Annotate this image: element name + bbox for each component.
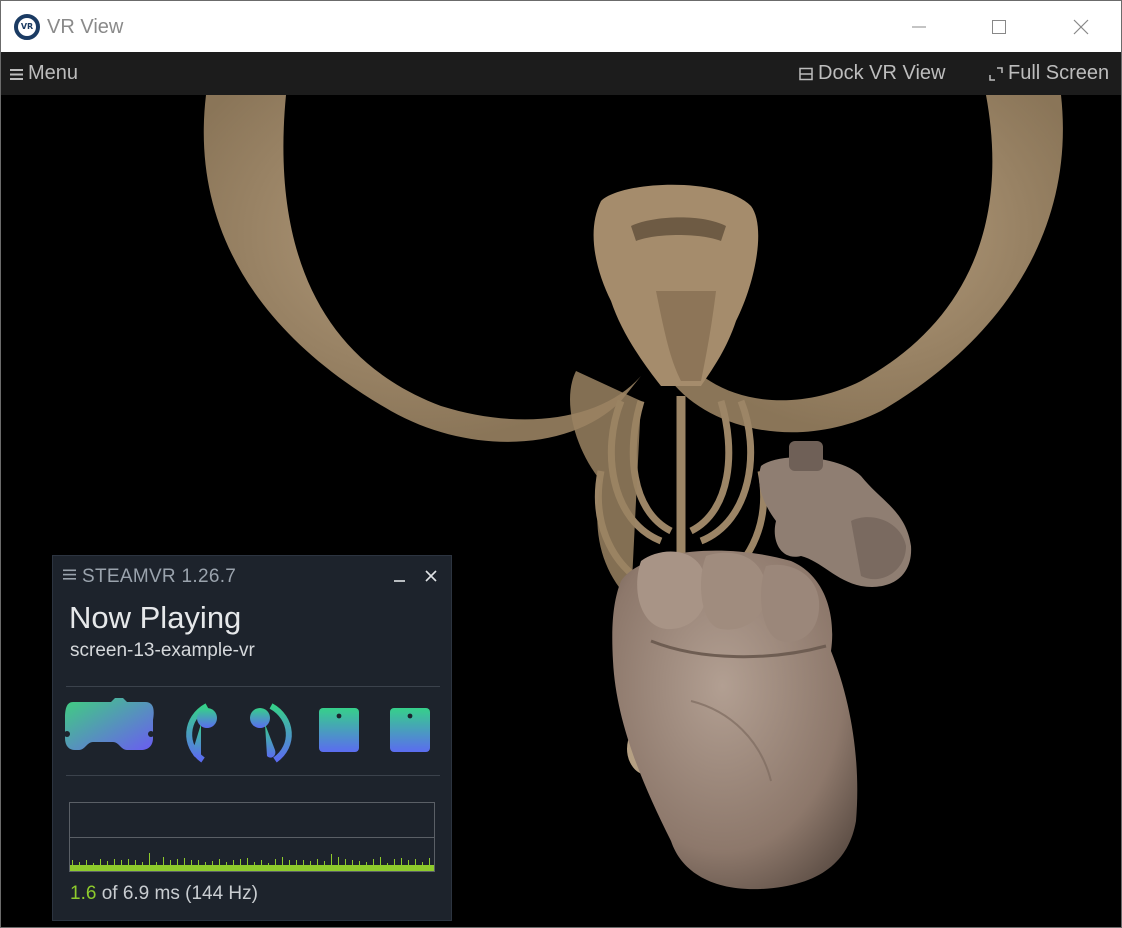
- frame-time-spike: [107, 861, 108, 865]
- frame-time-spike: [142, 862, 143, 865]
- frame-time-spike: [317, 859, 318, 865]
- vr-view-window: VR VR View Menu Dock VR View Full Screen…: [0, 0, 1122, 928]
- frame-timing-graph[interactable]: [69, 802, 435, 872]
- hamburger-icon: [10, 68, 23, 80]
- controller-left-icon[interactable]: [186, 703, 217, 763]
- frame-time-spike: [310, 861, 311, 865]
- frame-time-spike: [275, 859, 276, 865]
- close-icon: [1073, 19, 1089, 34]
- frame-time-spike: [128, 859, 129, 865]
- frame-time-spike: [373, 859, 374, 865]
- hamburger-icon[interactable]: [63, 568, 76, 581]
- mammoth-skull: [593, 184, 759, 386]
- frame-time-spike: [282, 857, 283, 865]
- frame-time-spike: [254, 862, 255, 865]
- frame-time-spike: [163, 857, 164, 865]
- maximize-button[interactable]: [959, 1, 1039, 52]
- frame-timing-readout: 1.6 of 6.9 ms (144 Hz): [70, 883, 258, 905]
- frame-time-spike: [261, 860, 262, 865]
- frame-time-spike: [429, 858, 430, 865]
- close-button[interactable]: [1041, 1, 1121, 52]
- frame-time-spike: [296, 860, 297, 865]
- frame-time-spike: [331, 854, 332, 865]
- frame-time-spike: [380, 857, 381, 865]
- frame-time-spike: [324, 861, 325, 865]
- steamvr-minimize-button[interactable]: [390, 566, 410, 586]
- frame-time-spike: [303, 860, 304, 865]
- steamvr-status-panel: STEAMVR 1.26.7 Now Playing screen-13-exa…: [52, 555, 452, 921]
- divider: [66, 775, 440, 776]
- minimize-button[interactable]: [879, 1, 959, 52]
- dock-icon: [799, 67, 813, 80]
- frame-time-spike: [170, 860, 171, 865]
- now-playing-heading: Now Playing: [69, 600, 242, 635]
- dock-vr-view-button[interactable]: Dock VR View: [799, 62, 945, 85]
- frame-time-spike: [219, 859, 220, 865]
- frame-time-spike: [212, 861, 213, 865]
- headset-icon[interactable]: [64, 698, 154, 750]
- expand-icon: [989, 66, 1003, 81]
- divider: [66, 686, 440, 687]
- full-screen-button[interactable]: Full Screen: [989, 62, 1109, 85]
- tracker-2-icon[interactable]: [390, 708, 430, 752]
- frame-time-value: 1.6: [70, 883, 97, 904]
- controller-right-icon[interactable]: [250, 703, 292, 763]
- frame-timing-bars: [70, 853, 434, 871]
- minimize-icon: [912, 26, 926, 27]
- frame-time-spike: [240, 859, 241, 865]
- frame-time-spike: [205, 862, 206, 865]
- title-bar[interactable]: VR VR View: [1, 1, 1121, 52]
- frame-time-spike: [191, 860, 192, 865]
- frame-time-spike: [100, 859, 101, 865]
- frame-time-spike: [198, 860, 199, 865]
- frame-time-spike: [177, 859, 178, 865]
- frame-time-spike: [359, 861, 360, 865]
- close-icon: [425, 570, 437, 582]
- frame-time-spike: [387, 863, 388, 865]
- frame-time-spike: [93, 863, 94, 865]
- frame-time-spike: [247, 858, 248, 865]
- frame-time-spike: [352, 860, 353, 865]
- device-icons: [64, 698, 430, 763]
- frame-time-spike: [121, 860, 122, 865]
- frame-time-spike: [79, 862, 80, 865]
- frame-time-spike: [401, 858, 402, 865]
- menu-button[interactable]: Menu: [10, 62, 78, 85]
- device-status-row: [53, 694, 451, 766]
- frame-time-budget: of 6.9 ms (144 Hz): [101, 883, 258, 904]
- fullscreen-label: Full Screen: [1008, 62, 1110, 84]
- frame-time-spike: [408, 860, 409, 865]
- frame-time-baseline: [70, 865, 434, 871]
- frame-time-spike: [345, 859, 346, 865]
- frame-time-spike: [366, 862, 367, 865]
- frame-time-spike: [289, 860, 290, 865]
- frame-time-spike: [114, 859, 115, 865]
- frame-time-spike: [415, 859, 416, 865]
- frame-time-spike: [394, 859, 395, 865]
- frame-time-spike: [268, 863, 269, 865]
- current-app-name: screen-13-example-vr: [70, 640, 255, 661]
- menu-label: Menu: [28, 62, 79, 84]
- frame-time-spike: [226, 862, 227, 865]
- menu-bar: Menu Dock VR View Full Screen: [1, 52, 1121, 95]
- frame-time-spike: [72, 860, 73, 865]
- frame-time-spike: [135, 860, 136, 865]
- frame-time-spike: [338, 857, 339, 865]
- frame-time-spike: [233, 860, 234, 865]
- tracker-1-icon[interactable]: [319, 708, 359, 752]
- dock-label: Dock VR View: [818, 62, 946, 84]
- steamvr-panel-header[interactable]: STEAMVR 1.26.7: [53, 556, 451, 596]
- steamvr-close-button[interactable]: [421, 566, 441, 586]
- steamvr-version-title: STEAMVR 1.26.7: [82, 566, 237, 587]
- frame-time-spike: [149, 853, 150, 865]
- minimize-icon: [394, 580, 405, 582]
- vr-app-icon: VR: [14, 14, 40, 40]
- frame-time-spike: [422, 862, 423, 865]
- maximize-icon: [992, 19, 1006, 34]
- frame-time-spike: [156, 862, 157, 865]
- window-title: VR View: [47, 16, 124, 38]
- frame-time-spike: [184, 858, 185, 865]
- frame-time-spike: [86, 860, 87, 865]
- left-hand-model: [612, 550, 858, 890]
